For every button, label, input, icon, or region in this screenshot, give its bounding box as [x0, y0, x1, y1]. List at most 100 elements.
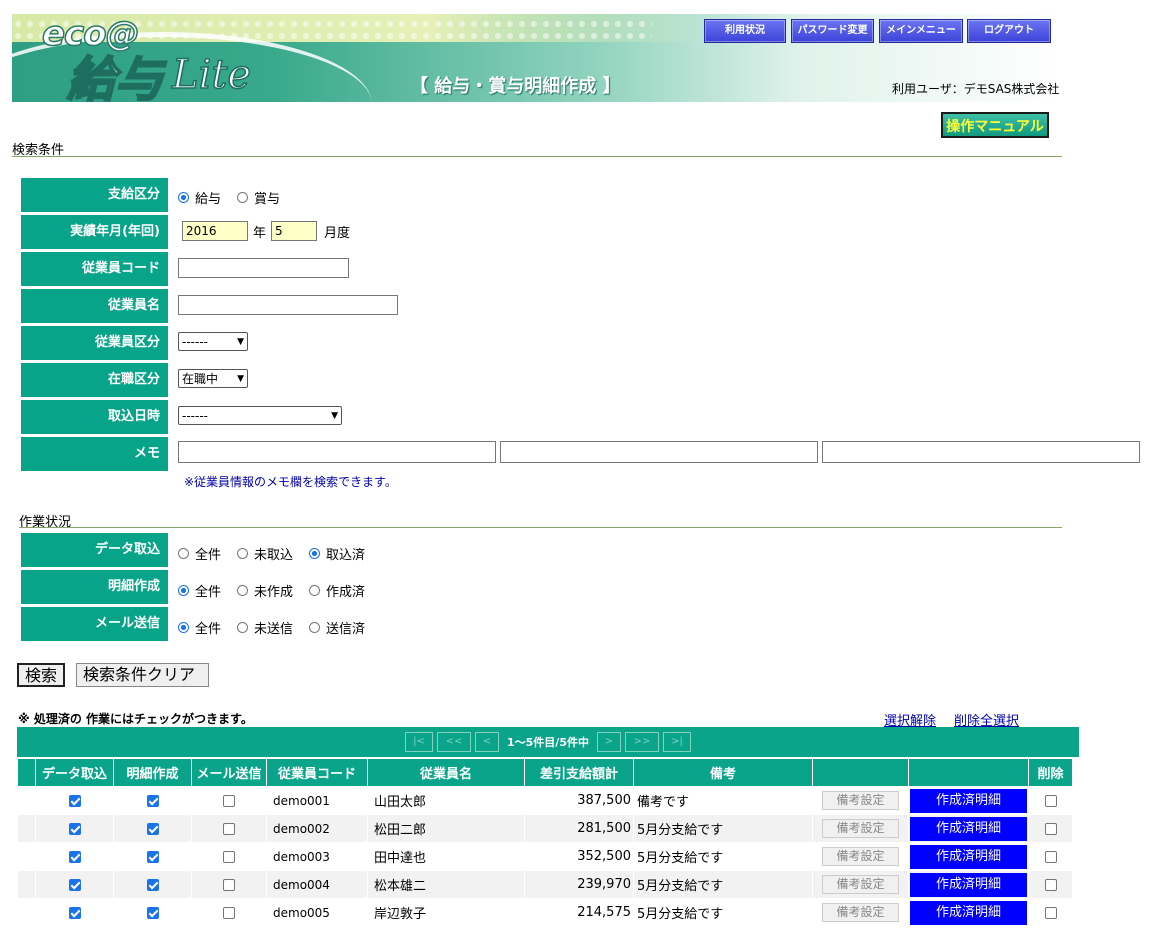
- imported-checkbox[interactable]: [68, 850, 81, 863]
- mailed-checkbox[interactable]: [223, 822, 235, 835]
- emp-code-cell: demo003: [266, 842, 368, 871]
- memo-setting-button[interactable]: 備考設定: [822, 847, 899, 866]
- delete-cell: [1028, 898, 1073, 927]
- emp-name-field: [178, 295, 398, 315]
- delete-cell: [1028, 814, 1073, 843]
- imported-checkbox[interactable]: [68, 822, 81, 835]
- import-date-select-value: ------: [182, 408, 208, 423]
- amount-cell: 281,500: [524, 814, 634, 843]
- memo-setting-button[interactable]: 備考設定: [822, 791, 899, 810]
- pager-bar: |< << < 1～5件目/5件中 > >> >|: [17, 727, 1079, 757]
- import-date-select[interactable]: ------ ▼: [178, 406, 342, 425]
- created-statement-button[interactable]: 作成済明細: [910, 816, 1027, 841]
- created-cell: [113, 842, 192, 871]
- memo-setting-button[interactable]: 備考設定: [822, 819, 899, 838]
- mailed-checkbox[interactable]: [223, 906, 235, 919]
- created-checkbox[interactable]: [146, 878, 159, 891]
- memo-setting-button[interactable]: 備考設定: [822, 875, 899, 894]
- detail-radio-done[interactable]: [309, 585, 321, 596]
- mail-radio-all[interactable]: [178, 622, 189, 633]
- last-page-icon[interactable]: >|: [662, 732, 691, 752]
- label-pay-type: 支給区分: [21, 178, 168, 212]
- memo-field: [178, 441, 1140, 463]
- manual-button[interactable]: 操作マニュアル: [941, 112, 1049, 138]
- label-emp-code: 従業員コード: [21, 252, 168, 286]
- amount-cell: 352,500: [524, 842, 634, 871]
- imported-checkbox[interactable]: [68, 906, 81, 919]
- emp-code-field: [178, 258, 349, 278]
- emp-name-input[interactable]: [178, 295, 398, 315]
- data-import-field: 全件 未取込 取込済: [178, 544, 375, 563]
- label-memo: メモ: [21, 437, 168, 471]
- mailed-cell: [191, 898, 267, 927]
- prev-page-icon[interactable]: <: [475, 732, 499, 752]
- imported-checkbox[interactable]: [68, 794, 81, 807]
- usage-status-button[interactable]: 利用状況: [704, 19, 786, 43]
- delete-checkbox[interactable]: [1044, 822, 1057, 835]
- created-statement-button[interactable]: 作成済明細: [910, 872, 1027, 897]
- first-page-icon[interactable]: |<: [405, 732, 433, 752]
- year-input[interactable]: 2016: [182, 221, 248, 241]
- clear-conditions-button[interactable]: 検索条件クリア: [76, 663, 209, 687]
- month-input[interactable]: 5: [271, 221, 318, 241]
- delete-checkbox[interactable]: [1044, 794, 1057, 807]
- import-date-field: ------ ▼: [178, 406, 342, 425]
- pay-type-radio-salary[interactable]: [178, 192, 189, 203]
- memo-input-2[interactable]: [500, 441, 818, 463]
- data-import-radio-not[interactable]: [237, 548, 249, 559]
- created-checkbox[interactable]: [146, 906, 159, 919]
- delete-cell: [1028, 786, 1073, 815]
- logout-button[interactable]: ログアウト: [967, 19, 1051, 43]
- created-cell: [113, 814, 192, 843]
- mail-radio-done[interactable]: [309, 622, 321, 633]
- detail-radio-all[interactable]: [178, 585, 189, 596]
- header-mail: メール送信: [191, 758, 267, 787]
- delete-checkbox[interactable]: [1044, 906, 1057, 919]
- prev-10-page-icon[interactable]: <<: [437, 732, 471, 752]
- created-checkbox[interactable]: [146, 850, 159, 863]
- delete-cell: [1028, 842, 1073, 871]
- memo-input-1[interactable]: [178, 441, 496, 463]
- emp-code-cell: demo001: [266, 786, 368, 815]
- emp-class-select[interactable]: ------ ▼: [178, 332, 248, 351]
- pay-type-label-bonus: 賞与: [254, 192, 281, 207]
- imported-checkbox[interactable]: [68, 878, 81, 891]
- created-cell: [113, 870, 192, 899]
- emp-code-input[interactable]: [178, 258, 349, 278]
- header-delete: 削除: [1028, 758, 1073, 787]
- main-menu-button[interactable]: メインメニュー: [879, 19, 963, 43]
- mailed-checkbox[interactable]: [223, 878, 235, 891]
- row-spacer: [17, 814, 36, 843]
- mailed-checkbox[interactable]: [223, 850, 235, 863]
- mail-radio-not[interactable]: [237, 622, 249, 633]
- data-import-radio-all[interactable]: [178, 548, 189, 559]
- mailed-checkbox[interactable]: [223, 794, 235, 807]
- imported-cell: [35, 898, 114, 927]
- created-statement-button[interactable]: 作成済明細: [910, 844, 1027, 869]
- pay-type-radio-bonus[interactable]: [237, 192, 249, 203]
- delete-checkbox[interactable]: [1044, 878, 1057, 891]
- memo-input-3[interactable]: [822, 441, 1140, 463]
- next-page-icon[interactable]: >: [596, 732, 621, 752]
- header-blank: [17, 758, 36, 787]
- memo-setting-button[interactable]: 備考設定: [822, 903, 899, 922]
- data-import-radio-done[interactable]: [309, 548, 321, 559]
- pdf-action-cell: 作成済明細: [908, 842, 1029, 871]
- created-checkbox[interactable]: [146, 822, 159, 835]
- header-memo-action: [812, 758, 909, 787]
- created-statement-button[interactable]: 作成済明細: [910, 788, 1027, 813]
- search-button[interactable]: 検索: [17, 663, 66, 687]
- search-section-divider: [12, 156, 1062, 157]
- detail-label-all: 全件: [195, 585, 222, 600]
- imported-cell: [35, 842, 114, 871]
- data-import-label-not: 未取込: [254, 548, 294, 563]
- delete-checkbox[interactable]: [1044, 850, 1057, 863]
- status-select[interactable]: 在職中 ▼: [178, 369, 248, 388]
- created-checkbox[interactable]: [146, 794, 159, 807]
- next-10-page-icon[interactable]: >>: [624, 732, 659, 752]
- detail-label-done: 作成済: [326, 585, 366, 600]
- detail-radio-not[interactable]: [237, 585, 249, 596]
- emp-code-cell: demo004: [266, 870, 368, 899]
- change-password-button[interactable]: パスワード変更: [791, 19, 874, 43]
- created-statement-button[interactable]: 作成済明細: [910, 900, 1027, 925]
